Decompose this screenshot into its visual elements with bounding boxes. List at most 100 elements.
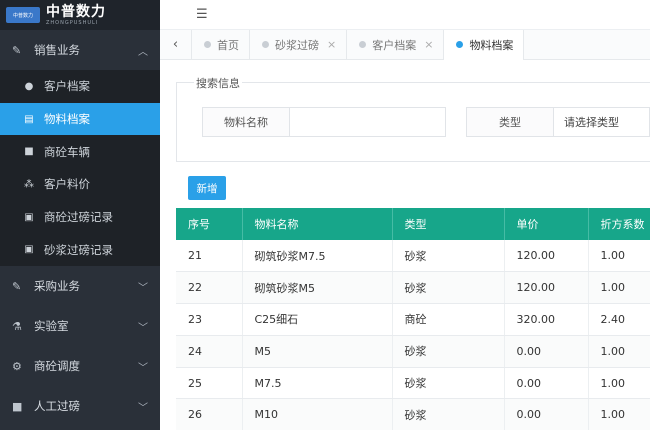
material-name-input[interactable] bbox=[290, 107, 446, 137]
tab-home[interactable]: 首页 bbox=[192, 29, 250, 60]
menu-group-label: 销售业务 bbox=[34, 43, 80, 57]
menu-group-label: 人工过磅 bbox=[34, 399, 80, 414]
table-cell: 1.00 bbox=[588, 367, 650, 400]
tab-label: 首页 bbox=[217, 38, 239, 52]
type-select[interactable]: 请选择类型 bbox=[554, 107, 650, 137]
sidebar-item-customer-price[interactable]: ⁂ 客户料价 bbox=[0, 168, 160, 201]
chevron-down-icon: ﹀ bbox=[138, 362, 148, 374]
table-cell: 0.00 bbox=[504, 398, 589, 430]
table-row[interactable]: 22 砌筑砂浆M5 砂浆 120.00 1.00 bbox=[176, 271, 650, 305]
tab-material-archive[interactable]: 物料档案 bbox=[444, 29, 525, 60]
clipboard-icon: ▣ bbox=[24, 244, 34, 256]
chevron-down-icon: ﹀ bbox=[138, 322, 148, 334]
cogs-icon: ⚙ bbox=[12, 359, 22, 373]
list-icon: ▤ bbox=[24, 113, 34, 125]
table-cell: 24 bbox=[176, 335, 243, 368]
table-cell: 1.00 bbox=[588, 335, 650, 368]
chevron-down-icon: ﹀ bbox=[138, 402, 148, 414]
sidebar-item-label: 客户档案 bbox=[44, 79, 90, 94]
table-cell: C25细石 bbox=[242, 303, 393, 336]
table-cell: 22 bbox=[176, 271, 243, 305]
sidebar-item-label: 客户料价 bbox=[44, 177, 90, 192]
table-cell: 砌筑砂浆M7.5 bbox=[242, 240, 393, 273]
table-cell: M5 bbox=[242, 335, 393, 368]
sidebar-item-label: 砂浆过磅记录 bbox=[44, 242, 113, 257]
column-header[interactable]: 折方系数 bbox=[588, 208, 650, 240]
close-icon[interactable]: × bbox=[424, 38, 433, 51]
menu-group-sales[interactable]: ✎ 销售业务 ︿ bbox=[0, 30, 160, 70]
logo[interactable]: 中普数力 中普数力 ZHONGPUSHULI bbox=[0, 0, 160, 30]
sidebar-item-concrete-vehicles[interactable]: ■ 商砼车辆 bbox=[0, 135, 160, 168]
table-cell: 0.00 bbox=[504, 335, 589, 368]
edit-icon: ✎ bbox=[12, 43, 22, 57]
search-legend: 搜索信息 bbox=[194, 75, 242, 91]
table-row[interactable]: 21 砌筑砂浆M7.5 砂浆 120.00 1.00 bbox=[176, 240, 650, 273]
add-material-button[interactable]: 新增 bbox=[188, 176, 226, 200]
tab-customer-archive[interactable]: 客户档案 × bbox=[347, 29, 445, 60]
menu-group-label: 实验室 bbox=[34, 319, 69, 334]
menu-group-label: 商砼调度 bbox=[34, 359, 80, 374]
tab-label: 客户档案 bbox=[372, 38, 417, 52]
user-icon: ● bbox=[24, 80, 34, 92]
table-cell: 砂浆 bbox=[392, 335, 505, 368]
sidebar: 中普数力 中普数力 ZHONGPUSHULI ✎ 销售业务 ︿ ● 客户档案 ▤… bbox=[0, 0, 160, 430]
table-cell: 1.00 bbox=[588, 398, 650, 430]
material-table: 序号 物料名称 类型 单价 折方系数 21 砌筑砂浆M7.5 砂浆 120.00… bbox=[176, 208, 650, 430]
menu-group-lab[interactable]: ⚗ 实验室 ﹀ bbox=[0, 306, 160, 346]
table-cell: 23 bbox=[176, 303, 243, 336]
table-row[interactable]: 24 M5 砂浆 0.00 1.00 bbox=[176, 335, 650, 368]
type-label: 类型 bbox=[466, 107, 554, 137]
tab-dot bbox=[359, 41, 367, 48]
table-cell: M10 bbox=[242, 398, 393, 430]
chevron-left-icon: ‹ bbox=[172, 37, 179, 52]
close-icon[interactable]: × bbox=[327, 38, 336, 51]
menu-group-label: 采购业务 bbox=[34, 279, 80, 294]
submenu-sales: ● 客户档案 ▤ 物料档案 ■ 商砼车辆 ⁂ 客户料价 ▣ 商砼过磅记录 ▣ 砂… bbox=[0, 70, 160, 267]
truck-icon: ■ bbox=[12, 399, 23, 413]
tab-dot bbox=[456, 41, 464, 48]
column-header[interactable]: 物料名称 bbox=[242, 208, 393, 240]
tab-label: 物料档案 bbox=[469, 38, 514, 52]
logo-name: 中普数力 bbox=[46, 3, 106, 20]
clipboard-icon: ▣ bbox=[24, 211, 34, 223]
sidebar-item-label: 商砼过磅记录 bbox=[44, 210, 113, 225]
column-header[interactable]: 类型 bbox=[392, 208, 505, 240]
sidebar-item-customer-archive[interactable]: ● 客户档案 bbox=[0, 70, 160, 103]
tab-scroll-left-button[interactable]: ‹ bbox=[160, 29, 192, 60]
table-cell: 120.00 bbox=[504, 240, 589, 273]
table-cell: 砂浆 bbox=[392, 271, 505, 305]
menu-group-purchase[interactable]: ✎ 采购业务 ﹀ bbox=[0, 266, 160, 306]
tab-dot bbox=[204, 41, 211, 48]
menu-toggle-icon[interactable]: ☰ bbox=[196, 7, 208, 22]
tab-bar: ‹ 首页 砂浆过磅 × 客户档案 × 物料档案 bbox=[160, 29, 650, 60]
table-cell: 120.00 bbox=[504, 271, 589, 305]
menu-group-manual-weighing[interactable]: ■ 人工过磅 ﹀ bbox=[0, 386, 160, 426]
sidebar-item-material-archive[interactable]: ▤ 物料档案 bbox=[0, 102, 160, 136]
menu-group-dispatch[interactable]: ⚙ 商砼调度 ﹀ bbox=[0, 346, 160, 386]
table-cell: 25 bbox=[176, 367, 243, 400]
table-row[interactable]: 23 C25细石 商砼 320.00 2.40 bbox=[176, 303, 650, 336]
sidebar-item-mortar-weighing[interactable]: ▣ 砂浆过磅记录 bbox=[0, 233, 160, 266]
sidebar-item-label: 商砼车辆 bbox=[44, 144, 90, 159]
sidebar-item-label: 物料档案 bbox=[44, 112, 90, 127]
sidebar-item-concrete-weighing[interactable]: ▣ 商砼过磅记录 bbox=[0, 201, 160, 234]
material-name-label: 物料名称 bbox=[202, 107, 290, 137]
table-cell: M7.5 bbox=[242, 367, 393, 400]
table-row[interactable]: 26 M10 砂浆 0.00 1.00 bbox=[176, 398, 650, 430]
sitemap-icon: ⁂ bbox=[24, 178, 34, 190]
type-select-value: 请选择类型 bbox=[564, 116, 619, 129]
topbar: ☰ bbox=[160, 0, 650, 30]
table-cell: 26 bbox=[176, 398, 243, 430]
table-cell: 1.00 bbox=[588, 271, 650, 305]
table-cell: 0.00 bbox=[504, 367, 589, 400]
chevron-down-icon: ﹀ bbox=[138, 282, 148, 294]
chevron-up-icon: ︿ bbox=[138, 46, 148, 58]
truck-icon: ■ bbox=[24, 146, 34, 158]
column-header[interactable]: 单价 bbox=[504, 208, 589, 240]
tab-label: 砂浆过磅 bbox=[275, 38, 319, 52]
table-row[interactable]: 25 M7.5 砂浆 0.00 1.00 bbox=[176, 367, 650, 400]
tab-mortar-weighing[interactable]: 砂浆过磅 × bbox=[250, 29, 348, 60]
column-header[interactable]: 序号 bbox=[176, 208, 243, 240]
table-cell: 1.00 bbox=[588, 240, 650, 273]
table-header-row: 序号 物料名称 类型 单价 折方系数 bbox=[176, 208, 650, 240]
